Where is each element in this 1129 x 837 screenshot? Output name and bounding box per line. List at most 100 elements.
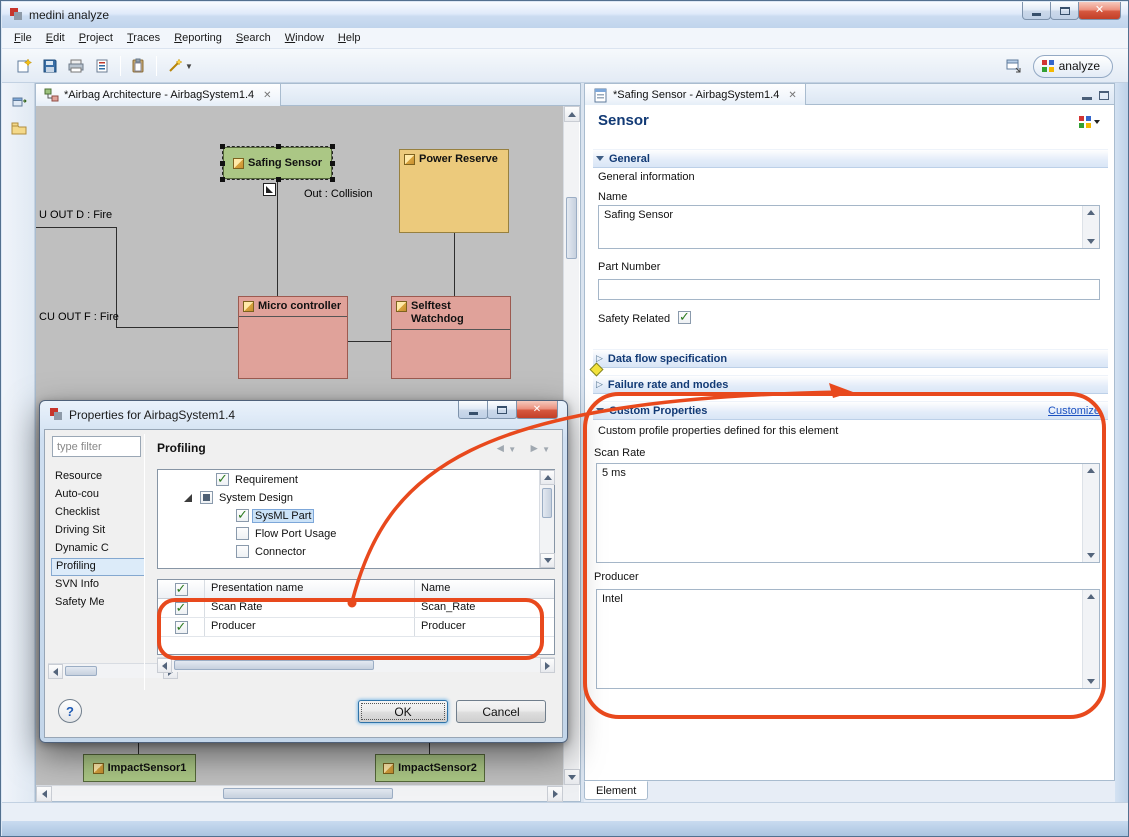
expander-icon[interactable] xyxy=(184,494,192,502)
nav-item-auto-cou[interactable]: Auto-cou xyxy=(51,486,145,504)
hscroll-thumb[interactable] xyxy=(65,666,97,676)
menu-window[interactable]: Window xyxy=(278,29,331,47)
back-button[interactable]: ◄▼ xyxy=(494,441,516,455)
menu-file[interactable]: File xyxy=(7,29,39,47)
block-safing-sensor[interactable]: Safing Sensor xyxy=(223,147,332,179)
open-perspective-button[interactable] xyxy=(1002,54,1026,78)
column-presentation-name[interactable]: Presentation name xyxy=(205,580,415,598)
nav-item-profiling[interactable]: Profiling xyxy=(51,558,145,576)
producer-checkbox[interactable] xyxy=(175,621,188,634)
selection-handle[interactable] xyxy=(276,177,281,182)
tree-item-flow-port-usage[interactable]: Flow Port Usage xyxy=(252,527,339,541)
maximize-view-icon[interactable] xyxy=(1099,91,1109,100)
dialog-maximize-button[interactable] xyxy=(487,401,517,419)
hscroll-thumb[interactable] xyxy=(223,788,393,799)
vscroll-thumb[interactable] xyxy=(566,197,577,259)
scroll-down-button[interactable] xyxy=(540,553,555,568)
tree-item-connector[interactable]: Connector xyxy=(252,545,309,559)
connector-line[interactable] xyxy=(429,742,430,754)
output-port-icon[interactable] xyxy=(263,183,276,196)
scroll-left-button[interactable] xyxy=(48,664,63,679)
new-wizard-button[interactable] xyxy=(12,54,36,78)
port-label-out-collision[interactable]: Out : Collision xyxy=(304,188,372,200)
connector-line[interactable] xyxy=(454,233,455,296)
vscroll-thumb[interactable] xyxy=(542,488,552,518)
perspective-analyze-button[interactable]: analyze xyxy=(1033,55,1113,78)
producer-field[interactable]: Intel xyxy=(596,589,1100,689)
tree-item-system-design[interactable]: System Design xyxy=(216,491,296,505)
connector-checkbox[interactable] xyxy=(236,545,249,558)
report-button[interactable] xyxy=(90,54,114,78)
print-button[interactable] xyxy=(64,54,88,78)
ok-button[interactable]: OK xyxy=(358,700,448,723)
scroll-up-button[interactable] xyxy=(564,106,580,122)
transform-wand-button[interactable]: ▼ xyxy=(162,54,198,78)
view-menu-button[interactable] xyxy=(1079,116,1100,128)
selection-handle[interactable] xyxy=(330,161,335,166)
section-failure-rate[interactable]: ▷ Failure rate and modes xyxy=(593,375,1108,394)
selection-handle[interactable] xyxy=(330,144,335,149)
filter-input[interactable] xyxy=(52,436,141,457)
block-micro-controller[interactable]: Micro controller xyxy=(238,296,348,379)
tree-item-sysml-part[interactable]: SysML Part xyxy=(252,509,314,523)
section-custom-properties[interactable]: Custom Properties Customize xyxy=(593,401,1108,420)
connector-line[interactable] xyxy=(36,227,116,228)
block-impact-sensor2[interactable]: ImpactSensor2 xyxy=(375,754,485,782)
tab-close-icon[interactable]: ✕ xyxy=(788,90,796,101)
requirement-checkbox[interactable] xyxy=(216,473,229,486)
hscroll-thumb[interactable] xyxy=(174,660,374,670)
tree-vscrollbar[interactable] xyxy=(539,470,554,568)
tab-airbag-architecture[interactable]: *Airbag Architecture - AirbagSystem1.4 ✕ xyxy=(36,84,281,106)
connector-line[interactable] xyxy=(277,179,278,296)
scroll-right-button[interactable] xyxy=(547,786,563,802)
nav-item-svn-info[interactable]: SVN Info xyxy=(51,576,145,594)
scan-rate-field[interactable]: 5 ms xyxy=(596,463,1100,563)
paste-button[interactable] xyxy=(126,54,150,78)
menu-edit[interactable]: Edit xyxy=(39,29,72,47)
scan-rate-checkbox[interactable] xyxy=(175,602,188,615)
block-power-reserve[interactable]: Power Reserve xyxy=(399,149,509,233)
editor-hscrollbar[interactable] xyxy=(36,785,563,801)
nav-item-checklist[interactable]: Checklist xyxy=(51,504,145,522)
field-scrollbar[interactable] xyxy=(1082,590,1099,688)
table-hscrollbar[interactable] xyxy=(157,657,555,672)
menu-search[interactable]: Search xyxy=(229,29,278,47)
dialog-titlebar[interactable]: Properties for AirbagSystem1.4 ✕ xyxy=(40,401,567,429)
table-row-scan-rate[interactable]: Scan Rate Scan_Rate xyxy=(158,599,554,618)
block-impact-sensor1[interactable]: ImpactSensor1 xyxy=(83,754,196,782)
cancel-button[interactable]: Cancel xyxy=(456,700,546,723)
connector-line[interactable] xyxy=(116,327,238,328)
minimize-view-icon[interactable] xyxy=(1082,97,1092,100)
close-button[interactable]: ✕ xyxy=(1078,2,1121,20)
menu-reporting[interactable]: Reporting xyxy=(167,29,229,47)
selection-handle[interactable] xyxy=(330,177,335,182)
help-button[interactable]: ? xyxy=(58,699,82,723)
menu-project[interactable]: Project xyxy=(72,29,120,47)
selection-handle[interactable] xyxy=(276,144,281,149)
nav-item-safety-me[interactable]: Safety Me xyxy=(51,594,145,612)
minimize-button[interactable] xyxy=(1022,2,1051,20)
customize-link[interactable]: Customize xyxy=(1048,405,1100,417)
select-all-checkbox[interactable] xyxy=(175,583,188,596)
flow-port-usage-checkbox[interactable] xyxy=(236,527,249,540)
scroll-left-button[interactable] xyxy=(157,658,172,673)
tab-safing-sensor[interactable]: *Safing Sensor - AirbagSystem1.4 ✕ xyxy=(585,84,806,106)
save-button[interactable] xyxy=(38,54,62,78)
forward-button[interactable]: ►▼ xyxy=(528,441,550,455)
part-number-field[interactable] xyxy=(598,279,1100,300)
column-name[interactable]: Name xyxy=(415,580,554,598)
nav-item-resource[interactable]: Resource xyxy=(51,468,145,486)
section-general[interactable]: General xyxy=(593,149,1108,168)
menu-help[interactable]: Help xyxy=(331,29,368,47)
selection-handle[interactable] xyxy=(220,161,225,166)
dialog-close-button[interactable]: ✕ xyxy=(516,401,558,419)
project-explorer-button[interactable] xyxy=(7,116,30,139)
scroll-right-button[interactable] xyxy=(540,658,555,673)
section-data-flow[interactable]: ▷ Data flow specification xyxy=(593,349,1108,368)
name-field[interactable]: Safing Sensor xyxy=(598,205,1100,249)
maximize-button[interactable] xyxy=(1050,2,1079,20)
connector-line[interactable] xyxy=(348,341,391,342)
safety-related-checkbox[interactable] xyxy=(678,311,691,324)
field-scrollbar[interactable] xyxy=(1082,464,1099,562)
nav-item-dynamic[interactable]: Dynamic C xyxy=(51,540,145,558)
